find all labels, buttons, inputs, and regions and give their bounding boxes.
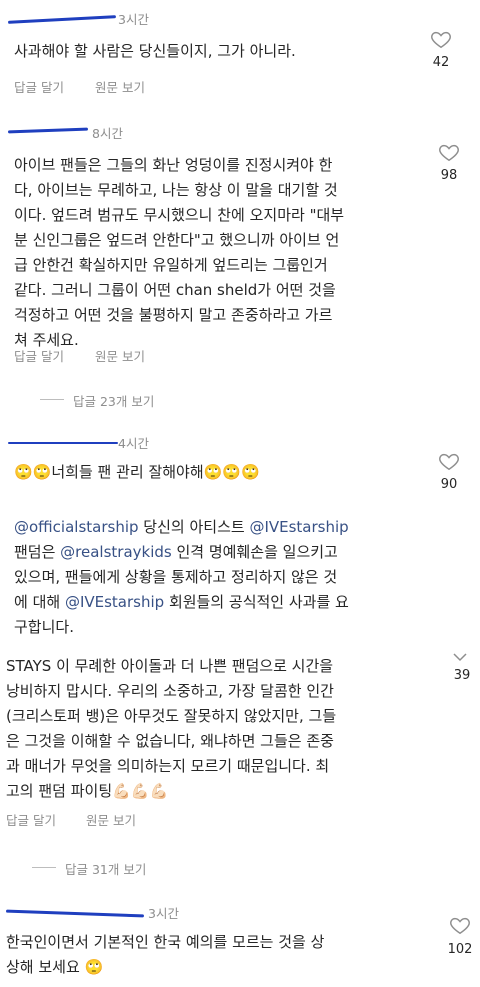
chevron-down-icon[interactable] [452, 652, 468, 662]
heart-outline-icon[interactable] [430, 28, 452, 50]
replies-divider [32, 867, 56, 868]
redacted-username [7, 15, 117, 24]
heart-outline-icon[interactable] [449, 914, 471, 936]
comment-text: 사과해야 할 사람은 당신들이지, 그가 아니라. [14, 42, 296, 60]
reply-button[interactable]: 답글 달기 [6, 810, 56, 829]
comment-item: 4시간 🙄🙄너희들 팬 관리 잘해야해🙄🙄🙄 90 [0, 430, 480, 500]
comment-text: @officialstarship 당신의 아티스트 @IVEstarship … [14, 518, 349, 636]
comment-item: 3시간 사과해야 할 사람은 당신들이지, 그가 아니라. 42 답글 달기 원… [0, 0, 480, 100]
heart-outline-icon[interactable] [438, 450, 460, 472]
replies-divider [40, 399, 64, 400]
like-count: 90 [440, 477, 458, 492]
comment-time: 4시간 [118, 436, 149, 451]
view-replies-button[interactable]: 답글 23개 보기 [73, 391, 154, 410]
comment-text: 한국인이면서 기본적인 한국 예의를 모르는 것을 상 상해 보세요 🙄 [6, 933, 325, 976]
like-count: 102 [447, 942, 473, 957]
comment-time: 3시간 [148, 906, 179, 921]
comment-time: 8시간 [92, 126, 123, 141]
reply-button[interactable]: 답글 달기 [14, 346, 64, 365]
see-original-button[interactable]: 원문 보기 [95, 346, 145, 365]
comment-text: STAYS 이 무례한 아이돌과 더 나쁜 팬덤으로 시간을 낭비하지 맙시다.… [6, 657, 337, 800]
like-count: 39 [453, 668, 471, 683]
see-original-button[interactable]: 원문 보기 [95, 77, 145, 96]
mention-link[interactable]: @IVEstarship [249, 518, 348, 536]
comment-item: 3시간 한국인이면서 기본적인 한국 예의를 모르는 것을 상 상해 보세요 🙄… [0, 900, 480, 987]
comment-item: STAYS 이 무례한 아이돌과 더 나쁜 팬덤으로 시간을 낭비하지 맙시다.… [0, 650, 480, 880]
heart-outline-icon[interactable] [438, 141, 460, 163]
comment-time: 3시간 [118, 12, 149, 27]
view-replies-button[interactable]: 답글 31개 보기 [65, 859, 146, 878]
reply-button[interactable]: 답글 달기 [14, 77, 64, 96]
like-count: 42 [432, 55, 450, 70]
redacted-username [8, 442, 118, 444]
see-original-button[interactable]: 원문 보기 [86, 810, 136, 829]
mention-link[interactable]: @IVEstarship [65, 593, 164, 611]
comment-text: 아이브 팬들은 그들의 화난 엉덩이를 진정시켜야 한 다, 아이브는 무례하고… [14, 156, 345, 349]
redacted-username [5, 909, 145, 918]
like-count: 98 [440, 168, 458, 183]
mention-link[interactable]: @officialstarship [14, 518, 139, 536]
comments-screen: { "comments": [ { "time": "3시간", "text":… [0, 0, 480, 987]
comment-text: 🙄🙄너희들 팬 관리 잘해야해🙄🙄🙄 [14, 463, 260, 481]
redacted-username [7, 127, 89, 134]
comment-item: 8시간 아이브 팬들은 그들의 화난 엉덩이를 진정시켜야 한 다, 아이브는 … [0, 115, 480, 409]
mention-link[interactable]: @realstraykids [60, 543, 172, 561]
